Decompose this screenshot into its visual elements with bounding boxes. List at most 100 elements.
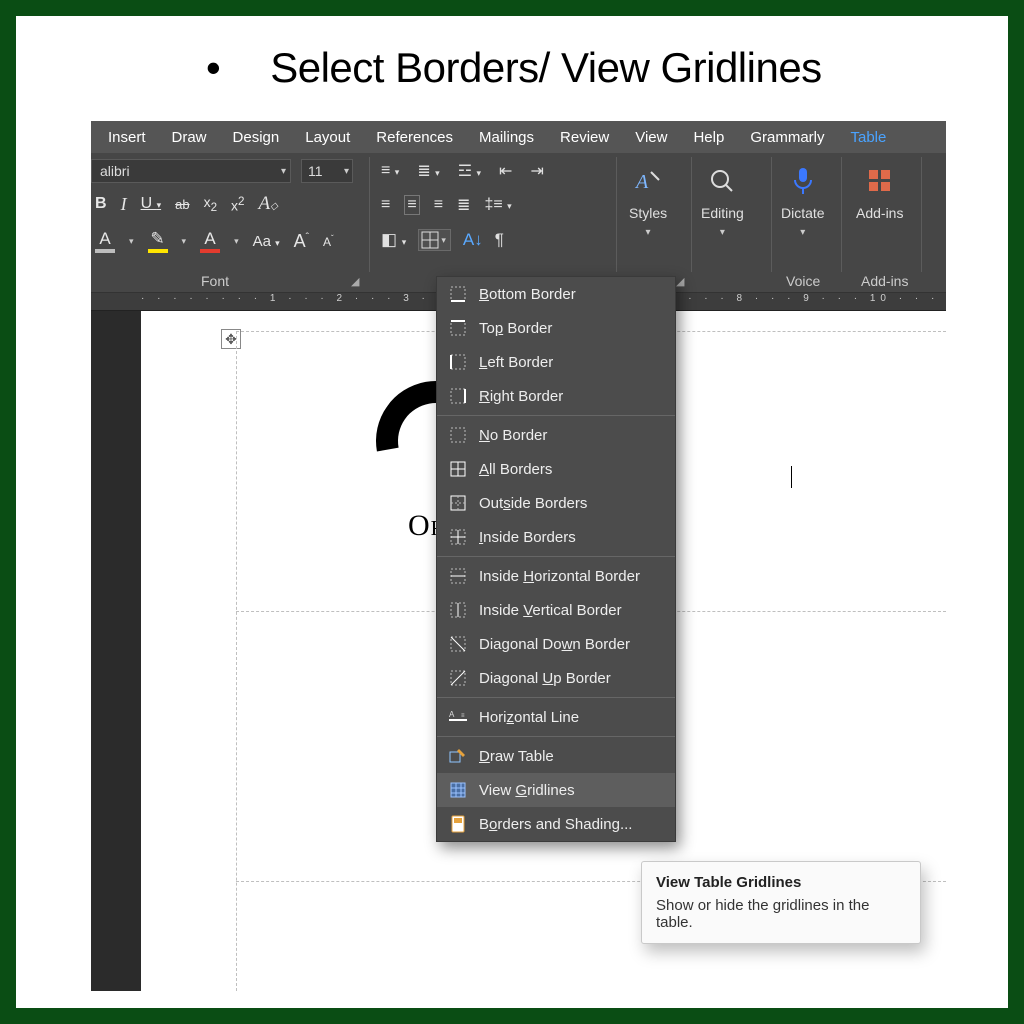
menu-label: View Gridlines (479, 782, 575, 799)
chevron-down-icon: ▾ (344, 166, 349, 177)
instruction-label: Select Borders/ View Gridlines (270, 44, 821, 92)
sort-button[interactable]: A↓ (463, 230, 483, 250)
menu-diag-up-border[interactable]: Diagonal Up Border (437, 661, 675, 695)
styles-button[interactable]: A Styles ▾ (629, 163, 667, 238)
tab-table[interactable]: Table (838, 123, 900, 152)
tooltip-body: Show or hide the gridlines in the table. (656, 897, 906, 931)
menu-top-border[interactable]: Top Border (437, 311, 675, 345)
align-right-button[interactable]: ≡ (434, 196, 443, 214)
tab-insert[interactable]: Insert (95, 123, 159, 152)
tab-design[interactable]: Design (220, 123, 293, 152)
clear-format-button[interactable]: A◇ (259, 193, 278, 215)
shading-button[interactable]: ◧ ▾ (381, 230, 406, 250)
editing-button[interactable]: Editing ▾ (701, 163, 744, 238)
shrink-font-button[interactable]: Aˇ (323, 234, 334, 249)
menu-draw-table[interactable]: Draw Table (437, 739, 675, 773)
addins-icon (862, 163, 898, 199)
chevron-down-icon: ▾ (182, 236, 187, 247)
decrease-indent-button[interactable]: ⇤ (499, 161, 512, 181)
menu-outside-borders[interactable]: Outside Borders (437, 486, 675, 520)
svg-text:≡: ≡ (461, 713, 465, 719)
italic-button[interactable]: I (121, 194, 127, 215)
menu-diag-down-border[interactable]: Diagonal Down Border (437, 627, 675, 661)
menu-left-border[interactable]: Left Border (437, 345, 675, 379)
highlight-button[interactable]: ✎ (148, 229, 168, 253)
menu-label: Inside Horizontal Border (479, 568, 640, 585)
chevron-down-icon: ▾ (129, 236, 134, 247)
chevron-down-icon: ▾ (720, 227, 725, 238)
grow-font-button[interactable]: Aˆ (294, 231, 309, 252)
bottom-border-icon (449, 285, 467, 303)
tab-grammarly[interactable]: Grammarly (737, 123, 837, 152)
view-gridlines-icon (449, 781, 467, 799)
menu-borders-shading[interactable]: Borders and Shading... (437, 807, 675, 841)
increase-indent-button[interactable]: ⇥ (530, 161, 543, 181)
font-color-row: A ▾ ✎ ▾ A ▾ Aa ▾ Aˆ Aˇ (91, 229, 334, 253)
superscript-button[interactable]: x2 (231, 195, 244, 214)
menu-right-border[interactable]: Right Border (437, 379, 675, 413)
ribbon-tabs: Insert Draw Design Layout References Mai… (91, 121, 946, 153)
outside-borders-icon (449, 494, 467, 512)
underline-button[interactable]: U ▾ (141, 195, 162, 213)
text-effects-button[interactable]: A (95, 229, 115, 253)
group-label-addins: Add-ins (861, 273, 908, 289)
menu-no-border[interactable]: No Border (437, 418, 675, 452)
justify-button[interactable]: ≣ (457, 195, 470, 215)
menu-label: Inside Vertical Border (479, 602, 622, 619)
tab-layout[interactable]: Layout (292, 123, 363, 152)
menu-label: Diagonal Down Border (479, 636, 630, 653)
bullets-button[interactable]: ≡ ▾ (381, 162, 399, 180)
paragraph-dialog-launcher-icon[interactable]: ◢ (676, 275, 684, 288)
show-marks-button[interactable]: ¶ (495, 230, 504, 250)
menu-label: All Borders (479, 461, 552, 478)
tab-mailings[interactable]: Mailings (466, 123, 547, 152)
align-center-button[interactable]: ≡ (404, 195, 419, 215)
dictate-label: Dictate (781, 205, 825, 221)
font-color-button[interactable]: A (200, 229, 220, 253)
borders-split-button[interactable]: ▾ (418, 229, 451, 251)
bold-button[interactable]: B (95, 195, 107, 213)
borders-dropdown-menu: Bottom Border Top Border Left Border Rig… (436, 276, 676, 842)
tab-draw[interactable]: Draw (159, 123, 220, 152)
tab-references[interactable]: References (363, 123, 466, 152)
menu-view-gridlines[interactable]: View Gridlines (437, 773, 675, 807)
font-dialog-launcher-icon[interactable]: ◢ (351, 275, 359, 288)
left-border-icon (449, 353, 467, 371)
draw-table-icon (449, 747, 467, 765)
chevron-down-icon: ▾ (646, 227, 651, 238)
menu-inside-h-border[interactable]: Inside Horizontal Border (437, 559, 675, 593)
change-case-button[interactable]: Aa ▾ (253, 233, 280, 250)
menu-label: Bottom Border (479, 286, 576, 303)
inside-v-border-icon (449, 601, 467, 619)
menu-inside-v-border[interactable]: Inside Vertical Border (437, 593, 675, 627)
font-size-select[interactable]: 11 ▾ (301, 159, 353, 183)
tab-review[interactable]: Review (547, 123, 622, 152)
align-left-button[interactable]: ≡ (381, 196, 390, 214)
paragraph-shade-row: ◧ ▾ ▾ A↓ ¶ (381, 229, 504, 251)
numbering-button[interactable]: ≣ ▾ (417, 161, 439, 181)
font-format-row: B I U ▾ ab x2 x2 A◇ (91, 193, 278, 215)
tab-view[interactable]: View (622, 123, 680, 152)
menu-label: Draw Table (479, 748, 554, 765)
addins-button[interactable]: Add-ins (856, 163, 903, 221)
menu-all-borders[interactable]: All Borders (437, 452, 675, 486)
menu-inside-borders[interactable]: Inside Borders (437, 520, 675, 554)
subscript-button[interactable]: x2 (204, 194, 217, 214)
tooltip-title: View Table Gridlines (656, 874, 906, 891)
line-spacing-button[interactable]: ‡≡ ▾ (484, 196, 511, 214)
diag-down-icon (449, 635, 467, 653)
menu-horizontal-line[interactable]: A≡ Horizontal Line (437, 700, 675, 734)
group-label-font: Font (201, 273, 229, 289)
diag-up-icon (449, 669, 467, 687)
svg-text:A: A (634, 171, 649, 193)
tab-help[interactable]: Help (680, 123, 737, 152)
dictate-button[interactable]: Dictate ▾ (781, 163, 825, 238)
menu-label: Top Border (479, 320, 552, 337)
font-name-select[interactable]: alibri ▾ (91, 159, 291, 183)
styles-icon: A (630, 163, 666, 199)
multilevel-button[interactable]: ☲ ▾ (458, 161, 481, 181)
ribbon: alibri ▾ 11 ▾ B I U ▾ ab x2 x2 A◇ A ▾ (91, 153, 946, 293)
text-cursor (791, 466, 792, 488)
menu-bottom-border[interactable]: Bottom Border (437, 277, 675, 311)
strikethrough-button[interactable]: ab (175, 197, 189, 212)
